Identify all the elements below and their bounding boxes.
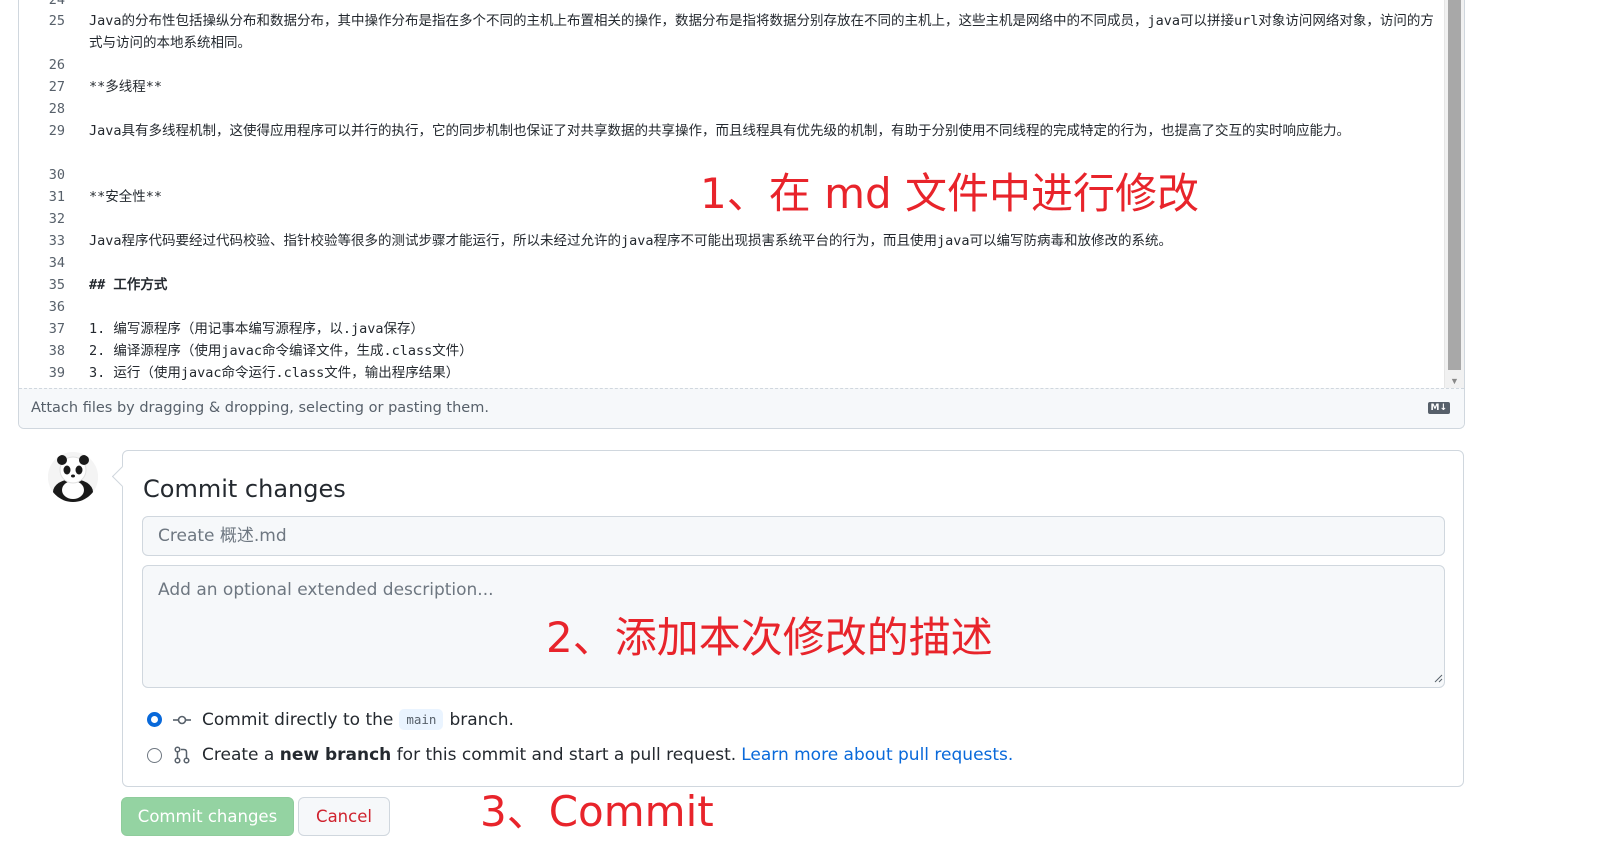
scrollbar-thumb[interactable]: [1448, 0, 1461, 370]
commit-changes-button[interactable]: Commit changes: [121, 797, 294, 836]
line-number: 27: [48, 79, 65, 95]
avatar: [48, 452, 98, 502]
line-number: 32: [48, 211, 65, 227]
line-number: 30: [48, 167, 65, 183]
line-text: ## 工作方式: [89, 277, 168, 293]
annotation-step-2: 2、添加本次修改的描述: [546, 613, 993, 662]
panda-avatar-icon: [48, 452, 98, 502]
new-branch-option[interactable]: Create a new branch for this commit and …: [147, 745, 1013, 765]
annotation-step-3: 3、Commit: [480, 787, 714, 836]
editor-scrollbar[interactable]: ▼: [1444, 0, 1464, 388]
line-number: 29: [48, 123, 65, 139]
line-text: **多线程**: [89, 79, 163, 95]
commit-direct-option[interactable]: Commit directly to the main branch.: [147, 709, 514, 730]
learn-more-link[interactable]: Learn more about pull requests.: [741, 745, 1013, 765]
line-number: 38: [48, 343, 65, 359]
attach-files-bar[interactable]: Attach files by dragging & dropping, sel…: [19, 388, 1464, 428]
line-text: 2. 编译源程序（使用javac命令编译文件，生成.class文件）: [89, 343, 473, 359]
annotation-step-1: 1、在 md 文件中进行修改: [700, 169, 1199, 218]
commit-summary-input[interactable]: [142, 516, 1445, 556]
commit-direct-suffix: branch.: [449, 709, 514, 730]
line-number: 39: [48, 365, 65, 381]
line-number: 31: [48, 189, 65, 205]
line-number: 37: [48, 321, 65, 337]
new-branch-label-suffix: for this commit and start a pull request…: [396, 745, 737, 765]
line-number: 28: [48, 101, 65, 117]
line-number: 26: [48, 57, 65, 73]
line-text: Java程序代码要经过代码校验、指针校验等很多的测试步骤才能运行，所以未经过允许…: [89, 233, 1173, 249]
line-number: 34: [48, 255, 65, 271]
line-text: 1. 编写源程序（用记事本编写源程序，以.java保存）: [89, 321, 425, 337]
line-number: 25: [48, 13, 65, 29]
commit-direct-radio[interactable]: [147, 712, 162, 727]
line-text: Java具有多线程机制，这使得应用程序可以并行的执行，它的同步机制也保证了对共享…: [89, 123, 1351, 139]
new-branch-bold: new branch: [279, 745, 392, 765]
git-pull-request-icon: [172, 746, 192, 764]
cancel-button[interactable]: Cancel: [298, 797, 390, 836]
scroll-down-arrow-icon[interactable]: ▼: [1445, 376, 1464, 386]
line-number: 35: [48, 277, 65, 293]
new-branch-radio[interactable]: [147, 747, 162, 763]
resize-handle-icon[interactable]: [1433, 673, 1443, 683]
commit-title: Commit changes: [143, 475, 346, 503]
commit-direct-label: Commit directly to the: [202, 709, 394, 730]
line-number: 33: [48, 233, 65, 249]
new-branch-label-prefix: Create a: [202, 745, 275, 765]
markdown-icon[interactable]: M↓: [1427, 402, 1450, 414]
attach-files-hint: Attach files by dragging & dropping, sel…: [31, 400, 489, 416]
git-commit-icon: [172, 714, 192, 726]
branch-name: main: [399, 709, 444, 730]
line-text: Java的分布性包括操纵分布和数据分布，其中操作分布是指在多个不同的主机上布置相…: [89, 13, 1434, 51]
line-number: 36: [48, 299, 65, 315]
line-text: 3. 运行（使用javac命令运行.class文件，输出程序结果）: [89, 365, 460, 381]
